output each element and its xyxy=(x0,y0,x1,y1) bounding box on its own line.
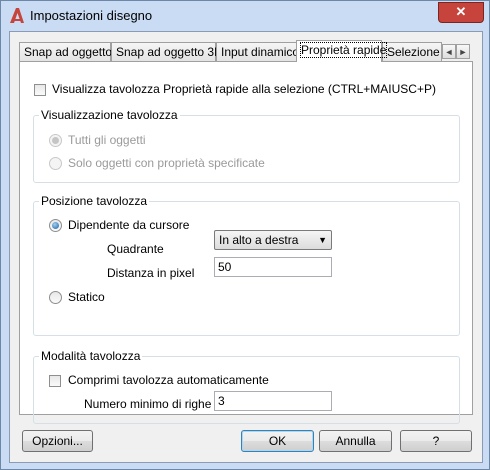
collapse-palette-checkbox[interactable] xyxy=(49,375,61,387)
palette-location-group-label: Posizione tavolozza xyxy=(39,194,150,208)
chevron-right-icon: ► xyxy=(458,47,468,57)
tab-proprieta-rapide[interactable]: Proprietà rapide xyxy=(296,40,388,62)
radio-cursor-dependent-label[interactable]: Dipendente da cursore xyxy=(68,218,189,232)
close-button[interactable]: ✕ xyxy=(438,2,484,23)
radio-static-label[interactable]: Statico xyxy=(68,290,105,304)
help-button[interactable]: ? xyxy=(400,430,472,452)
min-rows-input[interactable]: 3 xyxy=(214,391,332,411)
ok-button[interactable]: OK xyxy=(241,430,314,452)
palette-behavior-group: Modalità tavolozza Comprimi tavolozza au… xyxy=(33,349,460,424)
quadrant-label: Quadrante xyxy=(107,242,164,256)
radio-static[interactable] xyxy=(49,291,62,304)
tab-snap-ad-oggetto-3d[interactable]: Snap ad oggetto 3D xyxy=(111,42,223,61)
tab-snap-ad-oggetto[interactable]: Snap ad oggetto xyxy=(19,42,113,61)
tab-selezione[interactable]: Selezione c xyxy=(382,42,442,61)
tab-label: Snap ad oggetto 3D xyxy=(116,45,223,59)
cancel-button[interactable]: Annulla xyxy=(319,430,392,452)
quadrant-value: In alto a destra xyxy=(219,233,299,247)
autocad-app-icon xyxy=(10,8,24,23)
palette-location-group: Posizione tavolozza Dipendente da cursor… xyxy=(33,194,460,336)
close-icon: ✕ xyxy=(455,4,467,19)
radio-cursor-dependent[interactable] xyxy=(49,219,62,232)
quadrant-dropdown[interactable]: In alto a destra ▼ xyxy=(214,230,332,250)
tab-input-dinamico[interactable]: Input dinamico xyxy=(216,42,300,61)
distance-label: Distanza in pixel xyxy=(107,266,195,280)
show-palette-label[interactable]: Visualizza tavolozza Proprietà rapide al… xyxy=(52,82,436,96)
tab-scroll-left-button[interactable]: ◄ xyxy=(442,44,456,59)
palette-display-group: Visualizzazione tavolozza Tutti gli ogge… xyxy=(33,108,460,183)
tab-label: Input dinamico xyxy=(221,45,300,59)
dialog-client-area: Snap ad oggetto Snap ad oggetto 3D Input… xyxy=(9,31,483,463)
chevron-down-icon: ▼ xyxy=(318,235,327,245)
tab-scroll-right-button[interactable]: ► xyxy=(456,44,470,59)
tab-label: Snap ad oggetto xyxy=(24,45,113,59)
options-button[interactable]: Opzioni... xyxy=(22,430,93,452)
show-palette-checkbox[interactable] xyxy=(34,84,46,96)
radio-all-objects-label[interactable]: Tutti gli oggetti xyxy=(68,133,146,147)
palette-behavior-group-label: Modalità tavolozza xyxy=(39,349,143,363)
radio-specified-objects[interactable] xyxy=(49,157,62,170)
radio-specified-objects-label[interactable]: Solo oggetti con proprietà specificate xyxy=(68,156,265,170)
tab-label: Selezione c xyxy=(387,45,441,59)
distance-input[interactable]: 50 xyxy=(214,257,332,277)
chevron-left-icon: ◄ xyxy=(444,47,454,57)
palette-display-group-label: Visualizzazione tavolozza xyxy=(39,108,180,122)
radio-all-objects[interactable] xyxy=(49,134,62,147)
title-bar[interactable]: Impostazioni disegno ✕ xyxy=(1,1,489,31)
tab-panel-proprieta-rapide: Visualizza tavolozza Proprietà rapide al… xyxy=(19,61,473,424)
window-title: Impostazioni disegno xyxy=(30,8,153,23)
collapse-palette-label[interactable]: Comprimi tavolozza automaticamente xyxy=(68,373,269,387)
tab-label: Proprietà rapide xyxy=(299,42,388,58)
dialog-window: Impostazioni disegno ✕ Snap ad oggetto S… xyxy=(0,0,490,470)
min-rows-label: Numero minimo di righe xyxy=(84,397,212,411)
